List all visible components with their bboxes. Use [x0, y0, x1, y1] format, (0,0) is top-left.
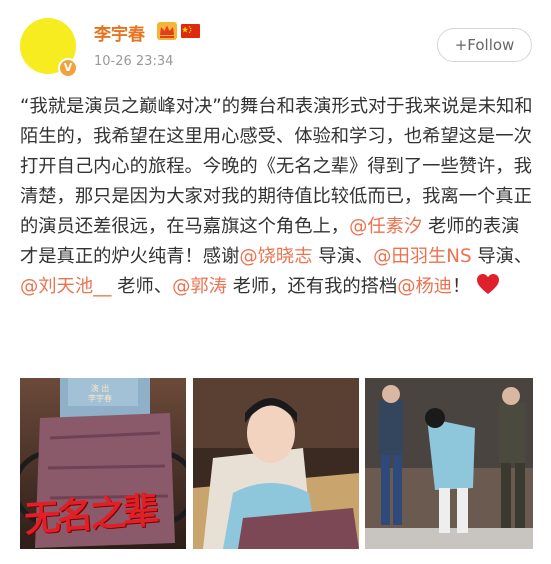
post-header: V 李宇春 10-26 23:34 +Follow: [0, 0, 551, 84]
photo-thumbnail-closeup[interactable]: [193, 378, 359, 549]
mention-link[interactable]: @刘天池__: [20, 276, 111, 297]
poster-title: 无名之辈: [22, 489, 158, 541]
poster-caption: 演 出 李宇春: [88, 384, 112, 404]
post-text: “我就是演员之巅峰对决”的舞台和表演形式对于我来说是未知和陌生的，我希望在这里用…: [20, 92, 533, 302]
post-text-segment: 老师，还有我的搭档: [226, 276, 398, 297]
mention-link[interactable]: @任素汐: [349, 216, 422, 237]
mention-link[interactable]: @杨迪: [397, 276, 452, 297]
post-text-segment: 导演、: [471, 246, 533, 267]
mention-link[interactable]: @饶晓志: [239, 246, 312, 267]
photo-thumbnail-poster[interactable]: 演 出 李宇春 无名之辈: [20, 378, 186, 549]
poster-caption-line: 李宇春: [88, 394, 112, 403]
verified-badge-icon: V: [58, 58, 78, 78]
post-text-segment: 老师、: [111, 276, 173, 297]
photo-thumbnail-stage-bow[interactable]: [365, 378, 533, 549]
china-flag-icon: [181, 24, 200, 38]
red-heart-icon: [477, 274, 500, 294]
mention-link[interactable]: @郭涛: [172, 276, 227, 297]
poster-caption-line: 演 出: [90, 384, 110, 393]
crown-badge-icon: [157, 22, 177, 40]
post-text-segment: ！: [452, 276, 471, 297]
photo-grid: 演 出 李宇春 无名之辈: [20, 378, 533, 549]
post-timestamp[interactable]: 10-26 23:34: [94, 54, 173, 69]
username[interactable]: 李宇春: [94, 20, 145, 45]
mention-link[interactable]: @田羽生NS: [373, 246, 471, 267]
follow-button[interactable]: +Follow: [437, 28, 532, 62]
post-text-segment: 导演、: [312, 246, 374, 267]
